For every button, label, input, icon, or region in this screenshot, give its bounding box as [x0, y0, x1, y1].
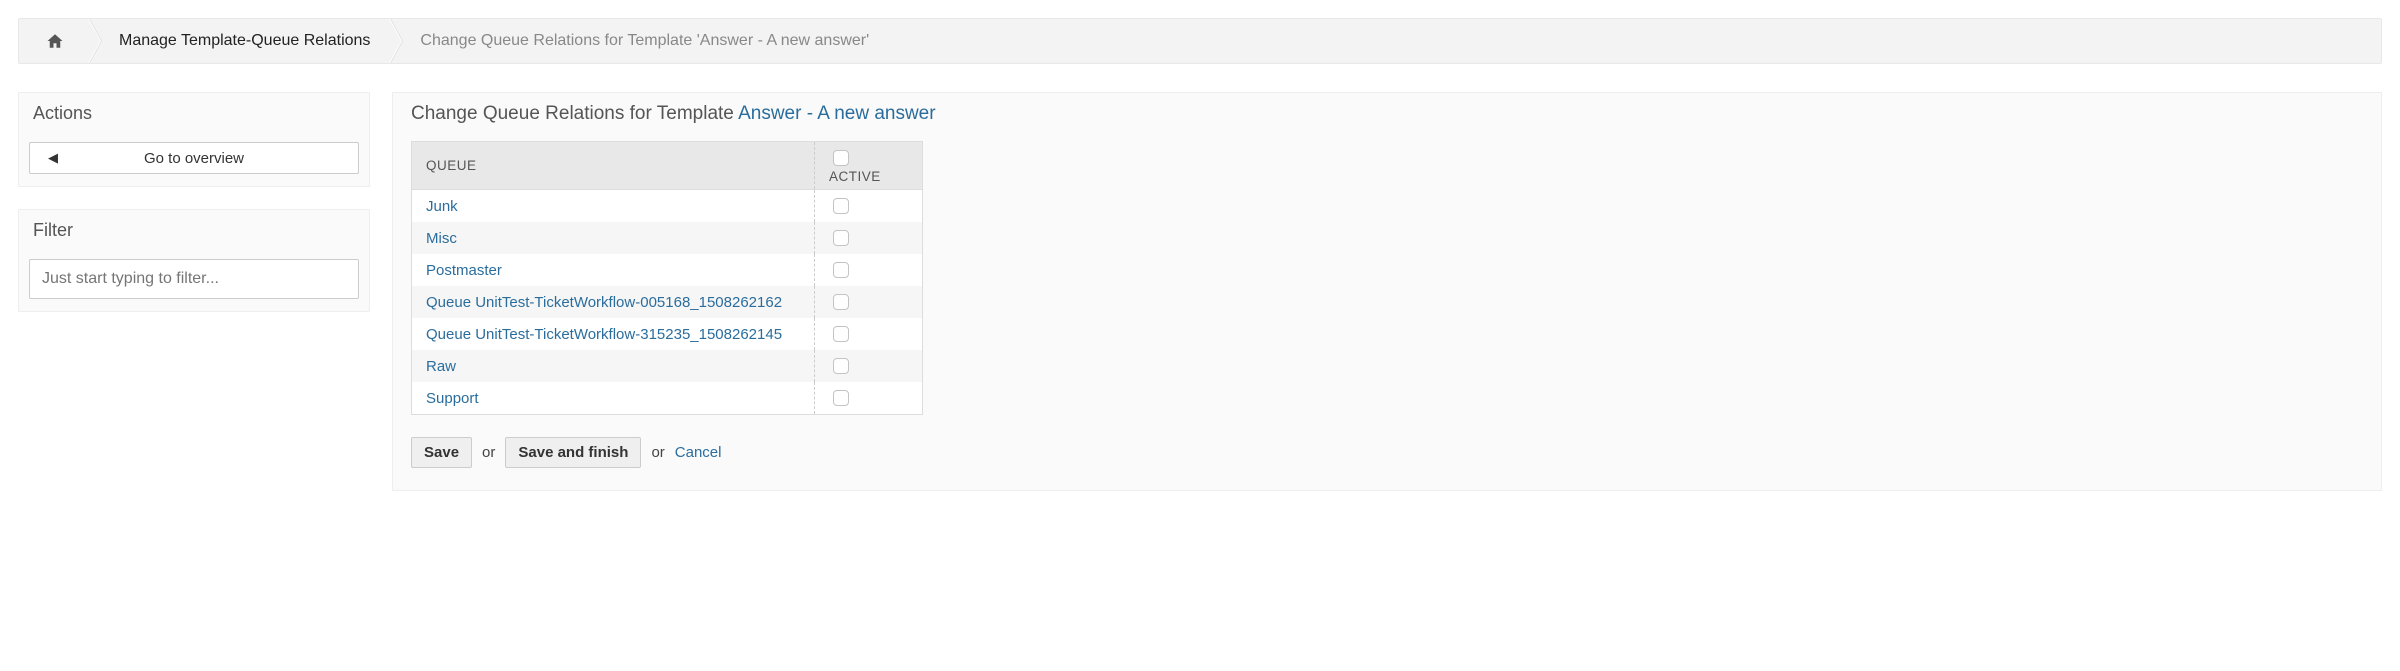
- queue-link[interactable]: Queue UnitTest-TicketWorkflow-005168_150…: [426, 294, 782, 311]
- home-icon: [45, 32, 65, 50]
- active-checkbox[interactable]: [833, 230, 849, 246]
- save-button[interactable]: Save: [411, 437, 472, 468]
- active-checkbox[interactable]: [833, 390, 849, 406]
- cancel-link[interactable]: Cancel: [675, 444, 722, 461]
- filter-title: Filter: [19, 210, 369, 251]
- table-row: Raw: [412, 350, 923, 382]
- queue-link[interactable]: Postmaster: [426, 262, 502, 279]
- queue-table: QUEUE ACTIVE Junk Misc Postmaster Queue Uni…: [411, 141, 923, 415]
- actions-title: Actions: [19, 93, 369, 134]
- table-row: Queue UnitTest-TicketWorkflow-005168_150…: [412, 286, 923, 318]
- table-row: Junk: [412, 190, 923, 223]
- save-and-finish-button[interactable]: Save and finish: [505, 437, 641, 468]
- or-text-2: or: [651, 444, 664, 461]
- breadcrumb-item-manage[interactable]: Manage Template-Queue Relations: [97, 19, 392, 63]
- table-row: Misc: [412, 222, 923, 254]
- col-header-queue: QUEUE: [412, 142, 815, 190]
- go-to-overview-label: Go to overview: [144, 150, 244, 167]
- page-title: Change Queue Relations for Template Answ…: [393, 93, 2381, 141]
- breadcrumb-home[interactable]: [19, 19, 91, 63]
- active-checkbox[interactable]: [833, 294, 849, 310]
- caret-left-icon: ◀: [48, 150, 58, 166]
- queue-link[interactable]: Misc: [426, 230, 457, 247]
- table-row: Support: [412, 382, 923, 415]
- queue-link[interactable]: Support: [426, 390, 479, 407]
- active-checkbox[interactable]: [833, 326, 849, 342]
- main-panel: Change Queue Relations for Template Answ…: [392, 92, 2382, 491]
- filter-panel: Filter: [18, 209, 370, 312]
- col-header-active-label: ACTIVE: [829, 169, 881, 184]
- table-row: Postmaster: [412, 254, 923, 286]
- queue-link[interactable]: Raw: [426, 358, 456, 375]
- select-all-checkbox[interactable]: [833, 150, 849, 166]
- col-header-active: ACTIVE: [815, 142, 923, 190]
- active-checkbox[interactable]: [833, 358, 849, 374]
- button-row: Save or Save and finish or Cancel: [393, 415, 2381, 490]
- active-checkbox[interactable]: [833, 198, 849, 214]
- actions-panel: Actions ◀ Go to overview: [18, 92, 370, 187]
- active-checkbox[interactable]: [833, 262, 849, 278]
- queue-link[interactable]: Queue UnitTest-TicketWorkflow-315235_150…: [426, 326, 782, 343]
- breadcrumb-item-current: Change Queue Relations for Template 'Ans…: [398, 19, 891, 63]
- template-name-link[interactable]: Answer - A new answer: [738, 103, 935, 124]
- queue-link[interactable]: Junk: [426, 198, 458, 215]
- heading-prefix: Change Queue Relations for Template: [411, 103, 738, 124]
- go-to-overview-button[interactable]: ◀ Go to overview: [29, 142, 359, 174]
- or-text: or: [482, 444, 495, 461]
- breadcrumb: Manage Template-Queue Relations Change Q…: [18, 18, 2382, 64]
- filter-input[interactable]: [29, 259, 359, 299]
- table-row: Queue UnitTest-TicketWorkflow-315235_150…: [412, 318, 923, 350]
